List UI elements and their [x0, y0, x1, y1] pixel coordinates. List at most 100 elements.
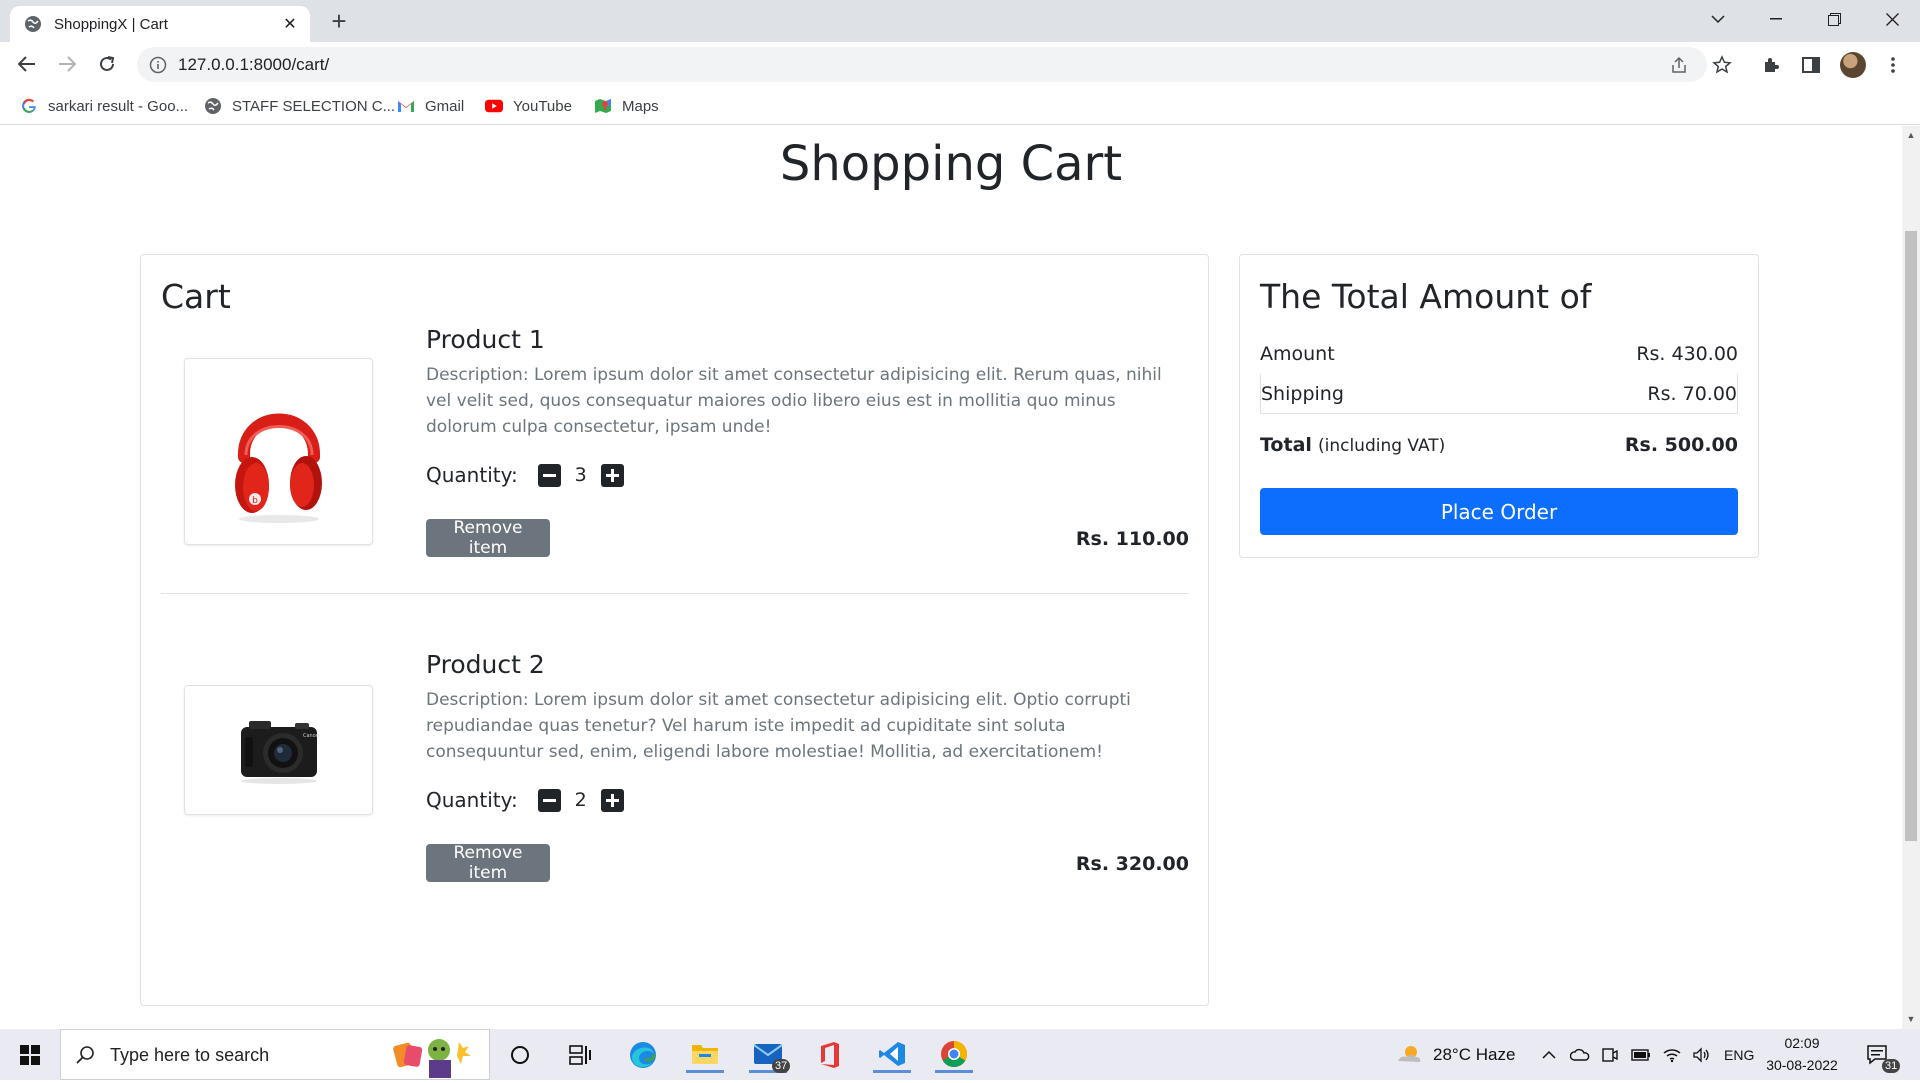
- maps-icon: [594, 97, 612, 115]
- bookmark-youtube[interactable]: YouTube: [485, 95, 572, 117]
- office-icon[interactable]: [811, 1037, 849, 1073]
- cortana-icon[interactable]: [501, 1037, 539, 1073]
- onedrive-icon[interactable]: [1570, 1029, 1590, 1080]
- taskbar-search-box[interactable]: Type here to search: [60, 1029, 490, 1080]
- tab-search-chevron-icon[interactable]: [1690, 0, 1746, 38]
- increase-quantity-button[interactable]: [600, 788, 624, 812]
- order-summary-card: The Total Amount of Amount Rs. 430.00 Sh…: [1239, 254, 1759, 558]
- new-tab-button[interactable]: +: [324, 6, 354, 36]
- product-image: Canon: [184, 685, 373, 815]
- cart-item: Canon Product 2 Description: Lorem ipsum…: [161, 650, 1189, 970]
- language-indicator[interactable]: ENG: [1724, 1029, 1754, 1080]
- shipping-label: Shipping: [1261, 382, 1344, 405]
- shipping-row: Shipping Rs. 70.00: [1260, 374, 1738, 414]
- place-order-button[interactable]: Place Order: [1260, 488, 1738, 535]
- bookmark-staff-selection[interactable]: STAFF SELECTION C...: [204, 95, 395, 117]
- tab-title: ShoppingX | Cart: [54, 15, 168, 33]
- shipping-value: Rs. 70.00: [1647, 382, 1737, 405]
- mail-badge: 37: [772, 1059, 791, 1073]
- search-highlight-illustration-icon: [391, 1034, 481, 1083]
- battery-icon[interactable]: [1631, 1029, 1651, 1080]
- red-headphones-image: b: [234, 413, 322, 523]
- profile-avatar[interactable]: [1840, 52, 1866, 78]
- edge-browser-icon[interactable]: [624, 1037, 662, 1073]
- windows-taskbar: Type here to search 37 28°C Haze ENG 02:…: [0, 1029, 1920, 1080]
- vscode-icon[interactable]: [873, 1037, 911, 1073]
- windows-start-button[interactable]: [0, 1029, 60, 1080]
- camera-image: Canon: [240, 721, 319, 784]
- product-description: Description: Lorem ipsum dolor sit amet …: [426, 365, 1162, 437]
- svg-text:Canon: Canon: [303, 733, 319, 739]
- close-tab-icon[interactable]: ✕: [280, 14, 300, 34]
- weather-widget[interactable]: 28°C Haze: [1395, 1029, 1515, 1080]
- clock-date: 30-08-2022: [1766, 1057, 1838, 1073]
- forward-button[interactable]: [51, 48, 83, 80]
- total-label: Total: [1260, 434, 1312, 456]
- quantity-value: 2: [574, 789, 587, 811]
- side-panel-icon[interactable]: [1800, 54, 1822, 76]
- quantity-row: Quantity: 3: [426, 460, 624, 490]
- bookmark-star-icon[interactable]: [1711, 54, 1733, 76]
- extensions-icon[interactable]: [1760, 54, 1782, 76]
- wifi-icon[interactable]: [1662, 1029, 1682, 1080]
- clock-time: 02:09: [1784, 1035, 1820, 1051]
- bookmark-label: YouTube: [513, 97, 572, 115]
- notification-center-icon[interactable]: 31: [1866, 1029, 1901, 1080]
- total-value: Rs. 500.00: [1624, 434, 1738, 456]
- summary-heading: The Total Amount of: [1260, 277, 1592, 316]
- mail-icon[interactable]: 37: [749, 1037, 791, 1073]
- page-viewport: Shopping Cart Cart b Product 1 Descripti…: [0, 126, 1902, 1029]
- taskbar-clock[interactable]: 02:09 30-08-2022: [1762, 1032, 1842, 1076]
- bookmark-label: STAFF SELECTION C...: [232, 97, 396, 115]
- item-divider: [161, 593, 1189, 594]
- item-price: Rs. 110.00: [1075, 528, 1189, 550]
- amount-label: Amount: [1260, 343, 1335, 365]
- scroll-down-icon[interactable]: ▼: [1906, 1014, 1916, 1024]
- chrome-icon[interactable]: [935, 1037, 973, 1073]
- restore-button[interactable]: [1806, 0, 1862, 38]
- more-menu-icon[interactable]: [1882, 54, 1904, 76]
- share-icon[interactable]: [1669, 55, 1689, 75]
- svg-text:b: b: [252, 496, 258, 506]
- bookmark-label: Maps: [622, 97, 659, 115]
- close-window-button[interactable]: [1864, 0, 1920, 38]
- quantity-row: Quantity: 2: [426, 785, 624, 815]
- page-scrollbar[interactable]: ▲ ▼: [1902, 126, 1920, 1029]
- increase-quantity-button[interactable]: [600, 463, 624, 487]
- cart-heading: Cart: [161, 277, 231, 316]
- browser-toolbar: 127.0.0.1:8000/cart/: [0, 42, 1920, 87]
- meet-now-icon[interactable]: [1601, 1029, 1619, 1080]
- product-name: Product 2: [426, 650, 545, 679]
- file-explorer-icon[interactable]: [686, 1037, 724, 1073]
- back-button[interactable]: [11, 48, 43, 80]
- item-price: Rs. 320.00: [1075, 853, 1189, 875]
- volume-icon[interactable]: [1692, 1029, 1712, 1080]
- remove-item-button[interactable]: Remove item: [426, 843, 550, 883]
- search-icon: [75, 1045, 95, 1070]
- address-bar[interactable]: 127.0.0.1:8000/cart/: [137, 47, 1707, 82]
- total-row: Total (including VAT) Rs. 500.00: [1260, 425, 1738, 465]
- browser-tab[interactable]: ShoppingX | Cart ✕: [10, 6, 310, 42]
- search-placeholder: Type here to search: [110, 1045, 270, 1065]
- quantity-label: Quantity:: [426, 788, 518, 812]
- url-text: 127.0.0.1:8000/cart/: [178, 55, 330, 74]
- minimize-button[interactable]: [1748, 0, 1804, 38]
- globe-icon: [24, 15, 42, 33]
- scroll-up-icon[interactable]: ▲: [1906, 130, 1916, 140]
- show-hidden-icons-chevron-icon[interactable]: [1542, 1029, 1556, 1080]
- bookmark-label: sarkari result - Goo...: [48, 97, 189, 115]
- youtube-icon: [485, 97, 503, 115]
- decrease-quantity-button[interactable]: [537, 788, 561, 812]
- bookmark-maps[interactable]: Maps: [594, 95, 659, 117]
- scroll-thumb[interactable]: [1905, 231, 1917, 841]
- info-icon[interactable]: [149, 56, 167, 74]
- cart-item: b Product 1 Description: Lorem ipsum dol…: [161, 325, 1189, 625]
- remove-item-button[interactable]: Remove item: [426, 518, 550, 558]
- reload-button[interactable]: [91, 48, 123, 80]
- bookmark-gmail[interactable]: Gmail: [397, 95, 464, 117]
- weather-haze-icon: [1395, 1043, 1423, 1067]
- decrease-quantity-button[interactable]: [537, 463, 561, 487]
- product-name: Product 1: [426, 325, 545, 354]
- task-view-icon[interactable]: [561, 1037, 599, 1073]
- bookmark-sarkari-result[interactable]: sarkari result - Goo...: [20, 95, 188, 117]
